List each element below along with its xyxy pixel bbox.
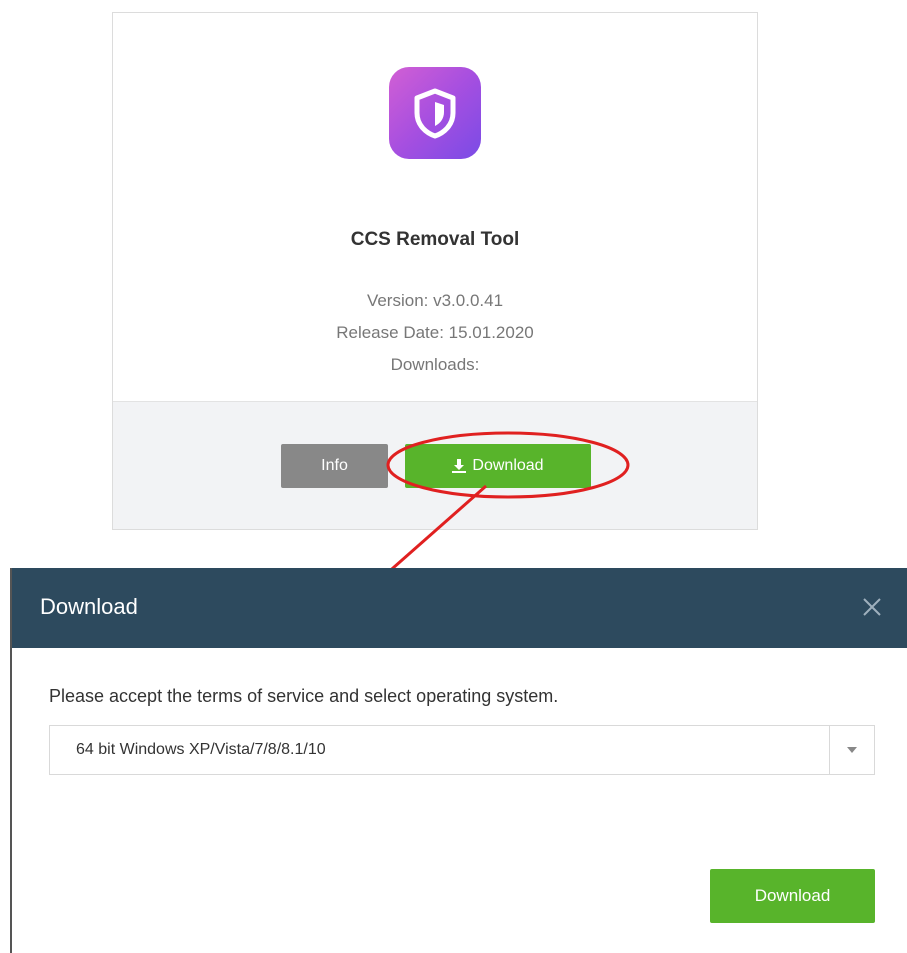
dialog-message: Please accept the terms of service and s… <box>49 686 559 706</box>
card-download-button[interactable]: Download <box>405 444 591 488</box>
dialog-title: Download <box>40 594 138 619</box>
info-button-label: Info <box>321 457 348 474</box>
os-select-dropdown[interactable]: 64 bit Windows XP/Vista/7/8/8.1/10 <box>49 725 875 775</box>
app-downloads: Downloads: <box>390 355 480 374</box>
download-icon <box>452 459 467 473</box>
product-card: CCS Removal Tool Version: v3.0.0.41 Rele… <box>112 12 758 530</box>
dropdown-toggle[interactable] <box>829 726 874 774</box>
dialog-download-button-label: Download <box>754 886 831 905</box>
caret-down-icon <box>847 747 857 753</box>
card-download-button-label: Download <box>472 457 544 474</box>
app-name: CCS Removal Tool <box>350 229 520 250</box>
dialog-header: Download <box>12 568 907 648</box>
app-version: Version: v3.0.0.41 <box>366 291 504 310</box>
dialog-download-button[interactable]: Download <box>710 869 875 923</box>
close-icon[interactable] <box>857 592 887 622</box>
os-select-value: 64 bit Windows XP/Vista/7/8/8.1/10 <box>76 741 326 758</box>
app-logo <box>389 67 481 159</box>
download-dialog: Download Please accept the terms of serv… <box>10 568 907 953</box>
app-release-date: Release Date: 15.01.2020 <box>336 323 534 342</box>
card-footer: Info Download <box>113 401 757 529</box>
shield-icon <box>414 88 456 139</box>
info-button[interactable]: Info <box>281 444 388 488</box>
